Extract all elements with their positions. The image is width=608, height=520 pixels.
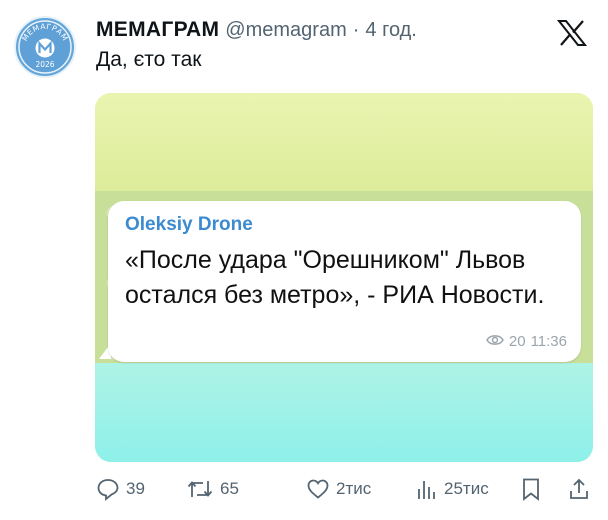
tweet-header: МЕМАГРАМ @memagram · 4 год. (96, 18, 417, 44)
eye-icon (486, 333, 504, 350)
views-button[interactable]: 25тис (414, 476, 489, 502)
message-bubble: Oleksiy Drone «После удара "Орешником" Л… (108, 201, 581, 362)
message-time: 11:36 (530, 333, 567, 350)
action-bar: 39 65 2тис 25тис (96, 476, 592, 502)
repost-count: 65 (220, 479, 239, 498)
like-count: 2тис (336, 479, 372, 498)
message-views: 20 (508, 333, 526, 350)
tweet-time[interactable]: 4 год. (365, 19, 416, 42)
like-icon (306, 477, 330, 501)
avatar[interactable]: МЕМАГРАМ 2026 (14, 16, 76, 78)
separator-dot: · (352, 19, 360, 41)
memagram-logo: МЕМАГРАМ 2026 (18, 20, 72, 74)
reply-count: 39 (126, 479, 145, 498)
tweet-media-image[interactable]: Oleksiy Drone «После удара "Орешником" Л… (95, 93, 593, 462)
avatar-year: 2026 (35, 60, 54, 69)
views-icon (414, 477, 438, 501)
share-icon (568, 477, 590, 501)
message-meta: 20 11:36 (486, 333, 567, 350)
author-handle[interactable]: @memagram (225, 19, 346, 42)
tweet-text: Да, єто так (96, 48, 202, 71)
views-count: 25тис (444, 479, 489, 498)
reply-icon (96, 477, 120, 501)
message-sender: Oleksiy Drone (125, 214, 253, 235)
media-bottom-band (95, 363, 593, 462)
bookmark-icon (520, 477, 542, 501)
media-top-band (95, 93, 593, 193)
like-button[interactable]: 2тис (306, 476, 371, 502)
message-text: «После удара "Орешником" Львов остался б… (125, 246, 545, 309)
repost-button[interactable]: 65 (186, 476, 239, 502)
repost-icon (186, 477, 214, 501)
bookmark-button[interactable] (520, 476, 542, 502)
reply-button[interactable]: 39 (96, 476, 145, 502)
author-name[interactable]: МЕМАГРАМ (96, 18, 219, 42)
x-logo-icon[interactable] (556, 20, 588, 46)
share-button[interactable] (568, 476, 590, 502)
